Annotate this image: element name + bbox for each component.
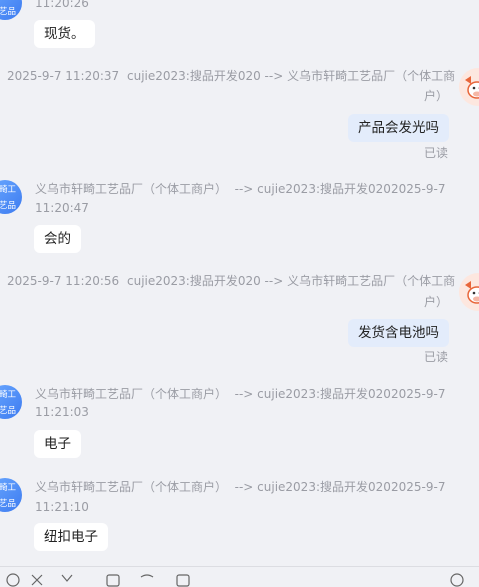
help-icon[interactable] bbox=[450, 573, 464, 587]
message-bubble: 会的 bbox=[34, 225, 81, 253]
avatar-label-2: 艺品 bbox=[0, 2, 22, 18]
message-time: 11:20:26 bbox=[35, 0, 89, 13]
message-time: 2025-9-7 11:20:37 bbox=[7, 66, 119, 86]
message-route: cujie2023:搜品开发020 --> 义乌市轩畸工艺品厂（个体工商 bbox=[127, 66, 455, 86]
folder-icon[interactable] bbox=[106, 573, 120, 587]
message-bubble: 产品会发光吗 bbox=[348, 114, 449, 142]
message-route: cujie2023:搜品开发020 --> 义乌市轩畸工艺品厂（个体工商 bbox=[127, 271, 455, 291]
message-route: 义乌市轩畸工艺品厂（个体工商户） --> cujie2023:搜品开发020 bbox=[35, 384, 391, 404]
cow-avatar-icon bbox=[459, 273, 479, 311]
read-status: 已读 bbox=[424, 144, 448, 161]
avatar-label-2: 艺品 bbox=[0, 494, 22, 510]
buyer-avatar[interactable] bbox=[459, 273, 479, 311]
avatar-label-1: 畸工 bbox=[0, 478, 22, 494]
emoji-icon[interactable] bbox=[6, 573, 20, 587]
read-status: 已读 bbox=[424, 348, 448, 365]
scissors-icon[interactable] bbox=[30, 573, 44, 587]
message-bubble: 现货。 bbox=[34, 20, 95, 48]
input-toolbar bbox=[0, 566, 479, 583]
seller-avatar[interactable]: 畸工 艺品 bbox=[0, 478, 22, 512]
avatar-label-1: 畸工 bbox=[0, 180, 22, 196]
seller-avatar[interactable]: 畸工 艺品 bbox=[0, 180, 22, 214]
seller-avatar[interactable]: 畸工 艺品 bbox=[0, 0, 22, 20]
avatar-label-2: 艺品 bbox=[0, 401, 22, 417]
message-route: 义乌市轩畸工艺品厂（个体工商户） --> cujie2023:搜品开发020 bbox=[35, 477, 391, 497]
message-time: 11:20:47 bbox=[35, 198, 89, 218]
message-bubble: 发货含电池吗 bbox=[348, 319, 449, 347]
buyer-avatar[interactable] bbox=[459, 68, 479, 106]
history-icon[interactable] bbox=[140, 573, 154, 587]
message-route: 义乌市轩畸工艺品厂（个体工商户） --> cujie2023:搜品开发020 bbox=[35, 179, 391, 199]
cow-avatar-icon bbox=[459, 68, 479, 106]
message-bubble: 电子 bbox=[34, 430, 81, 458]
message-date: 2025-9-7 bbox=[391, 179, 445, 199]
image-icon[interactable] bbox=[60, 573, 74, 587]
message-bubble: 纽扣电子 bbox=[34, 523, 108, 551]
message-time: 2025-9-7 11:20:56 bbox=[7, 271, 119, 291]
message-time: 11:21:10 bbox=[35, 497, 89, 517]
message-route-cont: 户） bbox=[424, 86, 448, 106]
message-date: 2025-9-7 bbox=[391, 477, 445, 497]
avatar-label-2: 艺品 bbox=[0, 196, 22, 212]
file-icon[interactable] bbox=[176, 573, 190, 587]
seller-avatar[interactable]: 畸工 艺品 bbox=[0, 385, 22, 419]
message-time: 11:21:03 bbox=[35, 402, 89, 422]
message-route-cont: 户） bbox=[424, 292, 448, 312]
avatar-label-1: 畸工 bbox=[0, 385, 22, 401]
message-date: 2025-9-7 bbox=[391, 384, 445, 404]
